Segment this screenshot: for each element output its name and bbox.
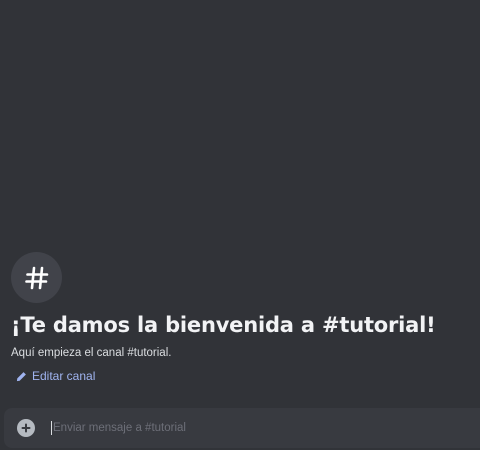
channel-welcome: ¡Te damos la bienvenida a #tutorial! Aqu…: [11, 252, 471, 361]
welcome-title: ¡Te damos la bienvenida a #tutorial!: [11, 313, 436, 337]
plus-icon: [21, 423, 31, 433]
text-caret: [51, 421, 52, 435]
welcome-subtitle: Aquí empieza el canal #tutorial.: [11, 347, 172, 359]
hashtag-icon: [24, 266, 48, 289]
edit-channel-button[interactable]: Editar canal: [16, 368, 95, 384]
edit-channel-label: Editar canal: [32, 369, 96, 383]
plus-circle-icon[interactable]: [17, 419, 35, 437]
chat-view: ¡Te damos la bienvenida a #tutorial! Aqu…: [0, 0, 480, 450]
message-composer: [4, 408, 480, 448]
pencil-icon: [16, 371, 26, 381]
channel-avatar: [11, 252, 62, 303]
message-input[interactable]: [53, 418, 480, 438]
